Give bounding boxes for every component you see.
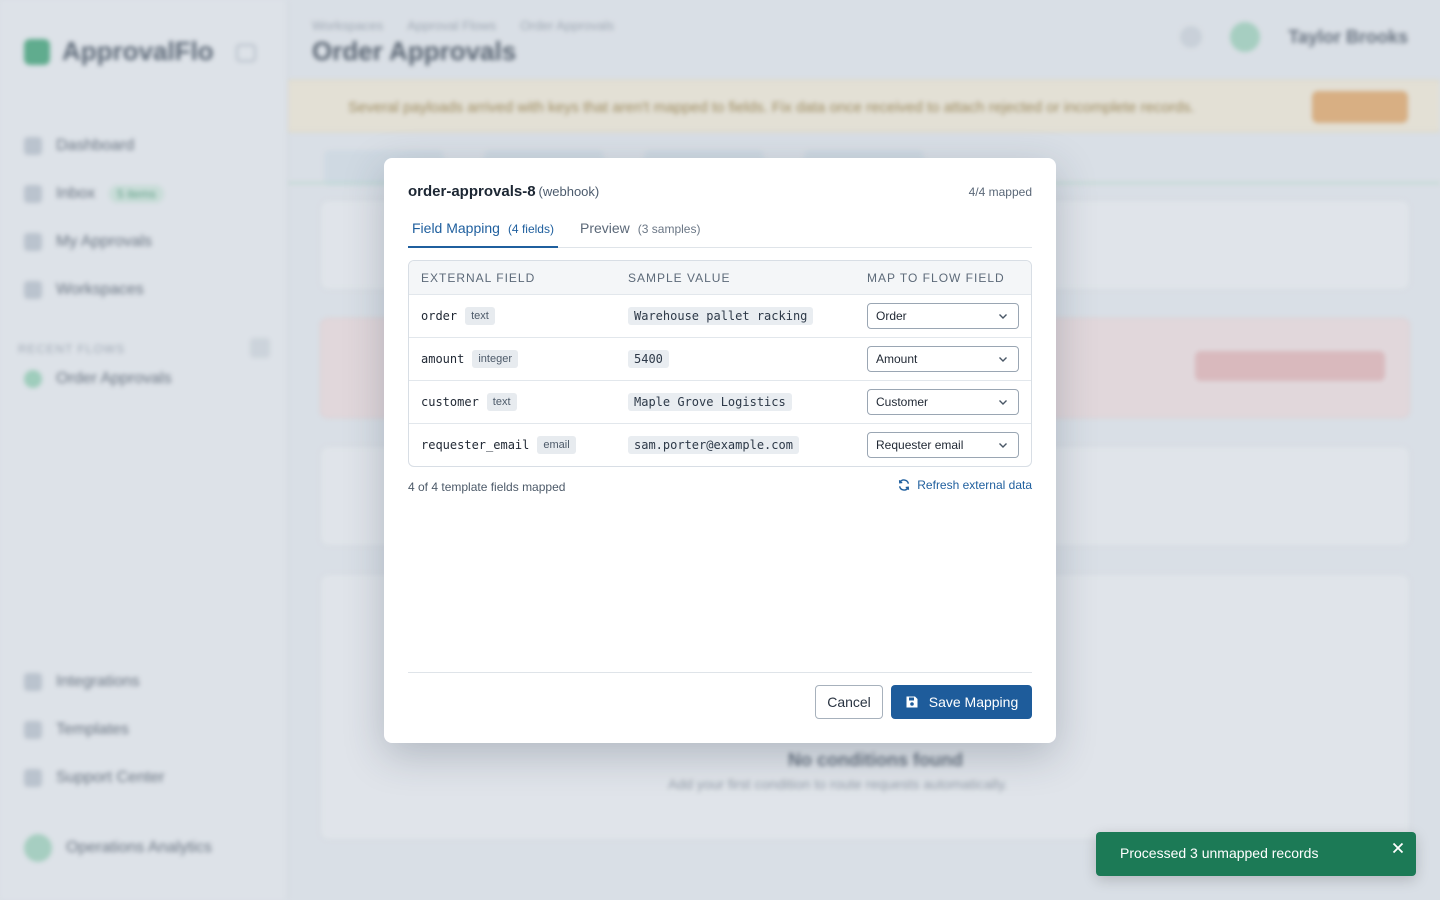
- column-header: EXTERNAL FIELD: [421, 270, 536, 285]
- table-header-row: EXTERNAL FIELD SAMPLE VALUE MAP TO FLOW …: [409, 261, 1031, 294]
- column-header: MAP TO FLOW FIELD: [867, 270, 1005, 285]
- tab-count: (3 samples): [637, 222, 701, 236]
- save-label: Save Mapping: [928, 694, 1019, 710]
- field-type-badge: text: [465, 307, 495, 325]
- flow-field-select[interactable]: Amount: [867, 346, 1019, 372]
- chevron-down-icon: [999, 314, 1007, 319]
- chevron-down-icon: [999, 357, 1007, 362]
- external-field-name: customer: [421, 395, 479, 409]
- select-value: Amount: [876, 352, 918, 366]
- tab-preview[interactable]: Preview (3 samples): [576, 214, 704, 248]
- modal-header: order-approvals-8 (webhook) 4/4 mapped: [408, 183, 1032, 201]
- success-toast: Processed 3 unmapped records: [1096, 832, 1416, 876]
- field-type-badge: email: [537, 436, 576, 454]
- modal-footer-divider: [408, 672, 1032, 673]
- field-type-badge: integer: [472, 350, 518, 368]
- table-row: requester_email email sam.porter@example.…: [409, 423, 1031, 466]
- modal-tabs: Field Mapping (4 fields) Preview (3 samp…: [408, 214, 1032, 248]
- save-mapping-button[interactable]: Save Mapping: [891, 685, 1032, 719]
- tab-field-mapping[interactable]: Field Mapping (4 fields): [408, 214, 558, 248]
- flow-field-select[interactable]: Order: [867, 303, 1019, 329]
- refresh-external-data-link[interactable]: Refresh external data: [897, 478, 1032, 492]
- refresh-icon: [899, 479, 910, 491]
- mapping-table: EXTERNAL FIELD SAMPLE VALUE MAP TO FLOW …: [408, 260, 1032, 467]
- tab-label: Preview: [580, 220, 630, 236]
- sample-value: sam.porter@example.com: [628, 436, 799, 454]
- cancel-button[interactable]: Cancel: [815, 685, 883, 719]
- save-icon: [906, 696, 918, 708]
- tab-count: (4 fields): [507, 222, 554, 236]
- select-value: Customer: [876, 395, 929, 409]
- table-row: amount integer 5400 Amount: [409, 337, 1031, 380]
- mapping-summary: 4 of 4 template fields mapped: [408, 480, 566, 494]
- flow-field-select[interactable]: Customer: [867, 389, 1019, 415]
- select-value: Order: [876, 309, 907, 323]
- modal-title: order-approvals-8: [408, 183, 536, 200]
- sample-value: Maple Grove Logistics: [628, 393, 792, 411]
- flow-field-select[interactable]: Requester email: [867, 432, 1019, 458]
- sample-value: Warehouse pallet racking: [628, 307, 814, 325]
- field-mapping-modal: order-approvals-8 (webhook) 4/4 mapped Fi…: [384, 158, 1056, 743]
- table-row: customer text Maple Grove Logistics Custo…: [409, 380, 1031, 423]
- table-row: order text Warehouse pallet racking Order: [409, 294, 1031, 337]
- chevron-down-icon: [999, 400, 1007, 405]
- mapped-status: 4/4 mapped: [968, 185, 1032, 199]
- close-icon[interactable]: [1390, 840, 1406, 856]
- column-header: SAMPLE VALUE: [628, 270, 731, 285]
- select-value: Requester email: [876, 438, 964, 452]
- external-field-name: requester_email: [421, 438, 530, 452]
- source-kind: (webhook): [538, 184, 600, 199]
- external-field-name: amount: [421, 352, 465, 366]
- toast-message: Processed 3 unmapped records: [1120, 845, 1319, 861]
- tab-label: Field Mapping: [412, 220, 500, 236]
- refresh-label: Refresh external data: [917, 478, 1032, 492]
- chevron-down-icon: [999, 443, 1007, 448]
- external-field-name: order: [421, 309, 458, 323]
- field-type-badge: text: [486, 393, 517, 411]
- sample-value: 5400: [628, 350, 669, 368]
